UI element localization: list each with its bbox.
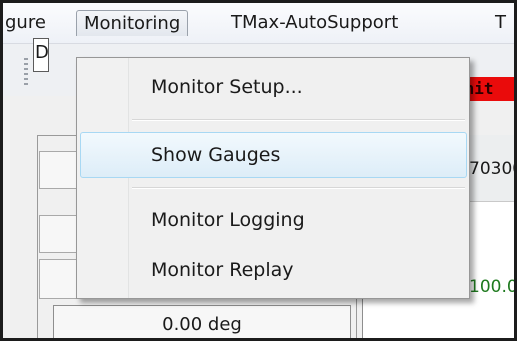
- app-window: gure Monitoring TMax-AutoSupport T D oni…: [0, 0, 517, 341]
- menu-item-monitor-setup[interactable]: Monitor Setup...: [151, 73, 303, 101]
- right-value-top: 70300: [469, 159, 514, 179]
- menu-t-truncated[interactable]: T: [489, 10, 512, 35]
- menu-item-monitor-logging[interactable]: Monitor Logging: [151, 206, 305, 234]
- toolbar-partial-box[interactable]: D: [33, 38, 49, 72]
- monitoring-dropdown-menu: Monitor Setup... Show Gauges Monitor Log…: [76, 57, 470, 299]
- toolbar-grip[interactable]: [24, 58, 28, 88]
- menu-separator: [132, 119, 465, 121]
- menu-tmax-autosupport[interactable]: TMax-AutoSupport: [225, 10, 404, 35]
- menu-bar: gure Monitoring TMax-AutoSupport T: [3, 3, 514, 44]
- angle-readout: 0.00 deg: [53, 305, 351, 338]
- toolbar-partial-box-label: D: [35, 42, 49, 63]
- menu-icon-gutter: [77, 58, 129, 298]
- right-value-bottom: 100.0: [469, 277, 517, 297]
- menu-separator: [132, 187, 465, 189]
- menu-monitoring[interactable]: Monitoring: [76, 10, 189, 36]
- menu-configure[interactable]: gure: [3, 10, 52, 35]
- menu-item-monitor-replay[interactable]: Monitor Replay: [151, 256, 294, 284]
- menu-item-show-gauges[interactable]: Show Gauges: [151, 141, 280, 169]
